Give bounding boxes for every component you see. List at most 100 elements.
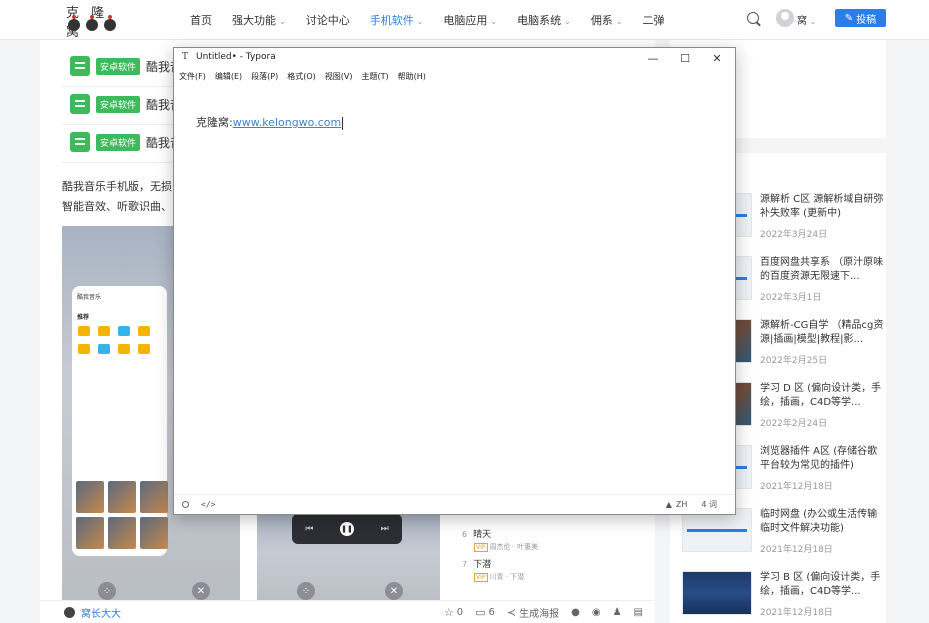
editor-link[interactable]: www.kelongwo.com	[233, 116, 342, 129]
search-icon[interactable]	[747, 12, 759, 24]
intro-text: 酷我音乐手机版，无损	[62, 180, 172, 193]
typora-window[interactable]: T Untitled• - Typora — ☐ ✕ 文件(F) 编辑(E) 段落(…	[173, 47, 736, 515]
nav-item[interactable]: 首页	[190, 12, 212, 28]
phone-app-name: 酷我音乐	[77, 294, 102, 301]
song-item[interactable]: 6 晴天 VIP 周杰伦 · 叶惠美	[462, 527, 538, 552]
user-avatar[interactable]	[776, 9, 794, 27]
menu-item[interactable]: 帮助(H)	[398, 71, 426, 82]
warning-icon[interactable]: ▲	[666, 500, 672, 509]
menubar: 文件(F) 编辑(E) 段落(P) 格式(O) 视图(V) 主题(T) 帮助(H)	[174, 68, 735, 84]
post-title[interactable]: 源解析-CG自学 （精品cg资源|插画|模型|教程|影...	[760, 319, 884, 347]
phone-album-cards	[76, 481, 168, 549]
post-date: 2022年3月24日	[760, 230, 828, 240]
post-title[interactable]: 源解析 C区 源解析域自研弥补失败率 (更新中)	[760, 193, 884, 221]
nav-item[interactable]: 二弹	[643, 12, 665, 28]
maximize-button[interactable]: ☐	[669, 48, 701, 68]
site-logo[interactable]: 克 隆 窝	[66, 2, 128, 40]
next-icon[interactable]: ⏭	[381, 524, 389, 534]
intro-text: 智能音效、听歌识曲、	[62, 200, 172, 213]
nav-item[interactable]: 佣系 ⌄	[591, 12, 623, 28]
comment-button[interactable]: ▭ 6	[475, 606, 495, 619]
edit-icon: ✎	[844, 12, 854, 24]
phone-icon-grid	[78, 326, 152, 354]
star-button[interactable]: ☆ 0	[444, 606, 463, 619]
menu-item[interactable]: 主题(T)	[361, 71, 388, 82]
post-date: 2022年2月25日	[760, 356, 828, 366]
nav-item[interactable]: 手机软件 ⌄	[370, 12, 424, 28]
editor-area[interactable]: 克隆窝:www.kelongwo.com	[174, 84, 735, 496]
minimize-button[interactable]: —	[637, 48, 669, 68]
post-title[interactable]: 学习 B 区 (偏向设计类，手绘，插画，C4D等学...	[760, 571, 884, 599]
menu-item[interactable]: 格式(O)	[287, 71, 316, 82]
menu-item[interactable]: 视图(V)	[325, 71, 353, 82]
menu-item[interactable]: 文件(F)	[179, 71, 206, 82]
user-name[interactable]: 窝 ⌄	[797, 12, 816, 27]
post-date: 2022年3月1日	[760, 293, 822, 303]
close-icon[interactable]: ✕	[385, 582, 403, 600]
app-list-icon	[70, 56, 90, 76]
language-indicator[interactable]: ZH	[676, 500, 688, 509]
app-list-icon	[70, 132, 90, 152]
nav-item[interactable]: 讨论中心	[306, 12, 350, 28]
nav-item[interactable]: 电脑应用 ⌄	[443, 12, 497, 28]
android-tag[interactable]: 安卓软件	[96, 95, 141, 113]
word-count[interactable]: 4 词	[701, 499, 717, 510]
nav-item[interactable]: 电脑系统 ⌄	[517, 12, 571, 28]
chevron-down-icon: ⌄	[564, 17, 571, 26]
titlebar[interactable]: T Untitled• - Typora — ☐ ✕	[174, 48, 735, 68]
player-bar: ⏮ ❚❚ ⏭	[292, 514, 402, 544]
close-button[interactable]: ✕	[701, 48, 733, 68]
author-avatar[interactable]	[64, 606, 75, 618]
author-name[interactable]: 窝长大大	[81, 605, 121, 620]
source-mode-button[interactable]: </>	[201, 500, 215, 509]
weibo-icon[interactable]: ◉	[592, 607, 601, 618]
nav-item[interactable]: 强大功能 ⌄	[232, 12, 286, 28]
editor-line[interactable]: 克隆窝:www.kelongwo.com	[196, 114, 344, 130]
song-item[interactable]: 7 下潜 VIP 川青 · 下潜	[462, 557, 524, 582]
bookmark-icon[interactable]: ▤	[634, 607, 643, 618]
share-poster-button[interactable]: ≺ 生成海报	[507, 605, 559, 620]
statusbar: </> ▲ ZH 4 词	[174, 494, 735, 514]
text-caret	[342, 116, 344, 130]
chevron-down-icon: ⌄	[416, 17, 424, 26]
grid-icon[interactable]: ⁘	[297, 582, 315, 600]
article-footer: 窝长大大 ☆ 0 ▭ 6 ≺ 生成海报 ● ◉ ♟ ▤	[40, 600, 655, 623]
main-nav: 首页 强大功能 ⌄ 讨论中心 手机软件 ⌄ 电脑应用 ⌄ 电脑系统 ⌄ 佣系 ⌄ 二弹	[190, 0, 685, 40]
post-date: 2021年12月18日	[760, 608, 833, 618]
menu-item[interactable]: 编辑(E)	[215, 71, 242, 82]
post-title[interactable]: 百度网盘共享系 （原汁原味的百度资源无限速下...	[760, 256, 884, 284]
app-list-icon	[70, 94, 90, 114]
post-thumbnail[interactable]	[682, 571, 752, 615]
share-icon: ≺	[506, 605, 517, 619]
phone-tab: 推荐	[77, 314, 90, 321]
grid-icon[interactable]: ⁘	[98, 582, 116, 600]
chevron-down-icon: ⌄	[490, 17, 498, 26]
android-tag[interactable]: 安卓软件	[96, 57, 141, 75]
post-date: 2021年12月18日	[760, 482, 833, 492]
menu-item[interactable]: 段落(P)	[251, 71, 278, 82]
chevron-down-icon: ⌄	[279, 17, 286, 26]
logo-bombs-icon	[68, 15, 116, 31]
pause-icon[interactable]: ❚❚	[340, 522, 354, 536]
close-icon[interactable]: ✕	[192, 582, 210, 600]
prev-icon[interactable]: ⏮	[305, 524, 313, 534]
app-screenshot[interactable]: ⏮ ❚❚ ⏭ ⁘ ✕	[257, 514, 440, 610]
wechat-icon[interactable]: ●	[571, 607, 580, 618]
android-tag[interactable]: 安卓软件	[96, 133, 141, 151]
related-app-row[interactable]: 安卓软件 酷我音	[70, 130, 182, 154]
qq-icon[interactable]: ♟	[613, 607, 622, 618]
post-title[interactable]: 临时网盘 (办公或生活传输临时文件解决功能)	[760, 508, 884, 536]
related-app-row[interactable]: 安卓软件 酷我音	[70, 54, 182, 78]
window-title: Untitled• - Typora	[196, 52, 276, 62]
post-date: 2021年12月18日	[760, 545, 833, 555]
post-title[interactable]: 浏览器插件 A区 (存储谷歌平台较为常见的插件)	[760, 445, 884, 473]
sidebar-post[interactable]: 学习 B 区 (偏向设计类，手绘，插画，C4D等学... 2021年12月18日	[682, 571, 882, 623]
star-icon: ☆	[443, 605, 454, 619]
post-button[interactable]: ✎ 投稿	[835, 9, 886, 27]
sidebar-post[interactable]: 临时网盘 (办公或生活传输临时文件解决功能) 2021年12月18日	[682, 508, 882, 568]
related-app-row[interactable]: 安卓软件 酷我音	[70, 92, 182, 116]
outline-toggle-icon[interactable]	[182, 501, 189, 508]
post-title[interactable]: 学习 D 区 (偏向设计类，手绘，插画，C4D等学...	[760, 382, 884, 410]
site-header: 克 隆 窝 首页 强大功能 ⌄ 讨论中心 手机软件 ⌄ 电脑应用 ⌄ 电脑系统 ⌄ 佣系 ⌄ 二弹 窝 …	[0, 0, 929, 40]
typora-app-icon: T	[182, 52, 189, 62]
